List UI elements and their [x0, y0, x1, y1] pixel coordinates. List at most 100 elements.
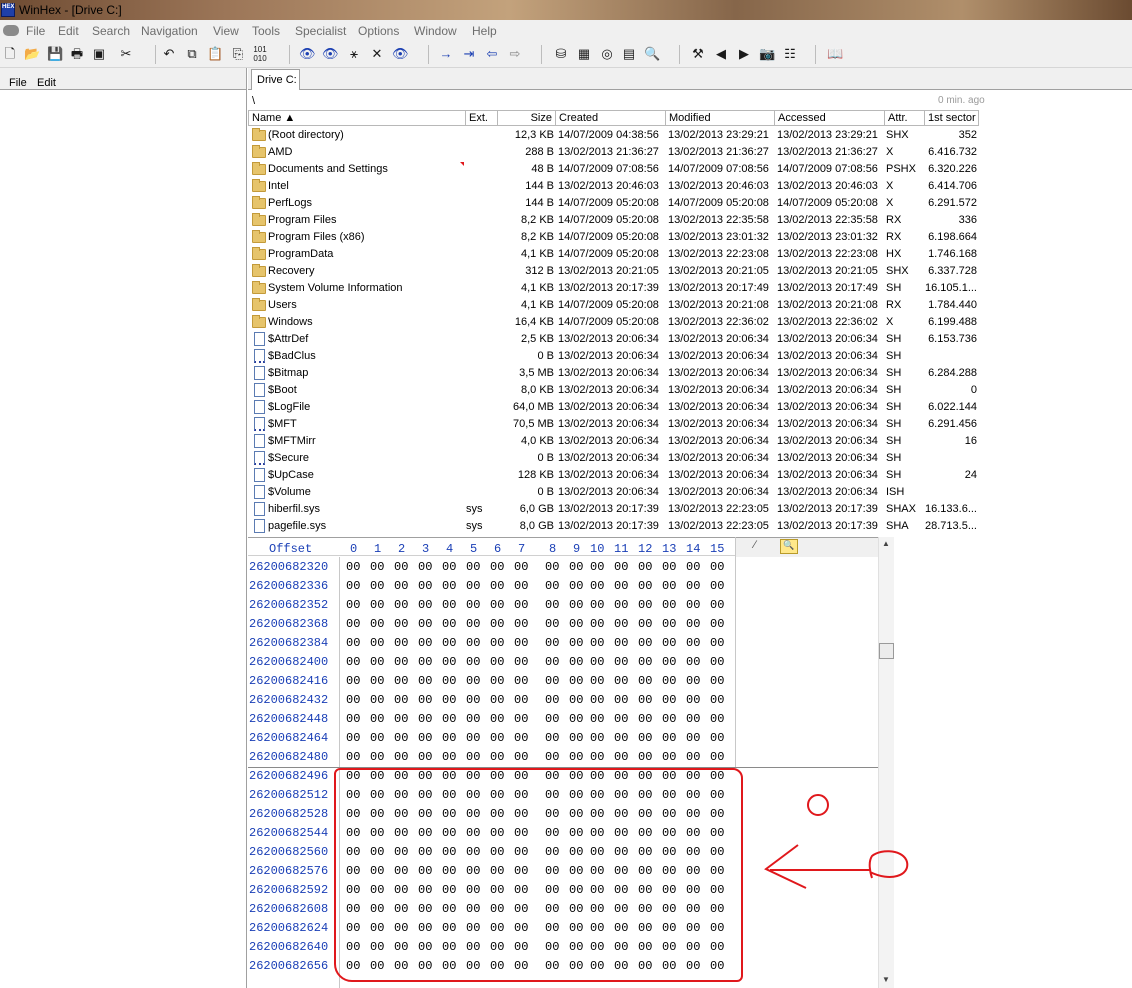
- new-file-icon[interactable]: 🗋: [2, 45, 18, 63]
- hex-byte[interactable]: 00: [346, 560, 360, 574]
- hex-byte[interactable]: 00: [490, 674, 504, 688]
- hex-row[interactable]: 26200682480 00 00 00 00 00 00 00 00 00 00 00 00 00 00 0…: [248, 747, 878, 766]
- hex-byte[interactable]: 00: [638, 731, 652, 745]
- hex-row[interactable]: 26200682352 00 00 00 00 00 00 00 00 00 00 00 00 00 00 0…: [248, 595, 878, 614]
- hex-byte[interactable]: 00: [662, 750, 676, 764]
- hex-byte[interactable]: 00: [370, 731, 384, 745]
- hex-byte[interactable]: 00: [662, 598, 676, 612]
- hex-byte[interactable]: 00: [545, 674, 559, 688]
- hex-byte[interactable]: 00: [545, 598, 559, 612]
- hex-byte[interactable]: 00: [442, 560, 456, 574]
- app-menu-icon[interactable]: [3, 25, 19, 36]
- hex-byte[interactable]: 00: [490, 598, 504, 612]
- file-row[interactable]: $Volume 0 B 13/02/2013 20:06:34 13/02/2013 …: [248, 484, 979, 501]
- menu-options[interactable]: Options: [358, 24, 399, 38]
- file-row[interactable]: $LogFile 64,0 MB 13/02/2013 20:06:34 13/02/…: [248, 399, 979, 416]
- scroll-up-icon[interactable]: ▲: [882, 539, 890, 548]
- hex-byte[interactable]: 00: [710, 560, 724, 574]
- hex-byte[interactable]: 00: [569, 598, 583, 612]
- hex-byte[interactable]: 00: [569, 731, 583, 745]
- hex-byte[interactable]: 00: [614, 693, 628, 707]
- hex-byte[interactable]: 00: [686, 693, 700, 707]
- file-row[interactable]: Program Files 8,2 KB 14/07/2009 05:20:08 13…: [248, 212, 979, 229]
- hex-row[interactable]: 26200682432 00 00 00 00 00 00 00 00 00 00 00 00 00 00 0…: [248, 690, 878, 709]
- hex-byte[interactable]: 00: [418, 693, 432, 707]
- hex-byte[interactable]: 00: [514, 750, 528, 764]
- menu-navigation[interactable]: Navigation: [141, 24, 198, 38]
- file-row[interactable]: $Boot 8,0 KB 13/02/2013 20:06:34 13/02/2013…: [248, 382, 979, 399]
- hex-byte[interactable]: 00: [686, 731, 700, 745]
- hex-byte[interactable]: 00: [394, 750, 408, 764]
- hex-byte[interactable]: 00: [442, 598, 456, 612]
- hex-byte[interactable]: 00: [590, 636, 604, 650]
- hex-byte[interactable]: 00: [545, 750, 559, 764]
- hex-byte[interactable]: 00: [418, 750, 432, 764]
- hex-byte[interactable]: 00: [590, 560, 604, 574]
- hex-byte[interactable]: 00: [545, 712, 559, 726]
- menu-search[interactable]: Search: [92, 24, 130, 38]
- hex-byte[interactable]: 00: [638, 636, 652, 650]
- left-menu-file[interactable]: File: [9, 77, 27, 89]
- hex-byte[interactable]: 00: [569, 560, 583, 574]
- hex-byte[interactable]: 00: [370, 579, 384, 593]
- hex-byte[interactable]: 00: [394, 712, 408, 726]
- hex-byte[interactable]: 00: [442, 712, 456, 726]
- hex-byte[interactable]: 00: [514, 674, 528, 688]
- calculator-icon[interactable]: ▤: [621, 45, 637, 63]
- forward-icon[interactable]: ⇨: [507, 45, 523, 63]
- hex-byte[interactable]: 00: [490, 750, 504, 764]
- file-row[interactable]: Program Files (x86) 8,2 KB 14/07/2009 05:2…: [248, 229, 979, 246]
- hex-byte[interactable]: 00: [614, 750, 628, 764]
- hex-byte[interactable]: 00: [638, 560, 652, 574]
- hex-byte[interactable]: 00: [418, 617, 432, 631]
- hex-byte[interactable]: 00: [638, 750, 652, 764]
- hex-byte[interactable]: 00: [710, 693, 724, 707]
- hex-byte[interactable]: 00: [545, 579, 559, 593]
- hex-byte[interactable]: 00: [394, 617, 408, 631]
- hex-byte[interactable]: 00: [346, 636, 360, 650]
- hex-byte[interactable]: 00: [686, 636, 700, 650]
- find-next-icon[interactable]: 👁: [392, 45, 409, 63]
- left-menu-edit[interactable]: Edit: [37, 77, 56, 89]
- hex-byte[interactable]: 00: [370, 617, 384, 631]
- hex-byte[interactable]: 00: [638, 579, 652, 593]
- hex-byte[interactable]: 00: [442, 750, 456, 764]
- hex-byte[interactable]: 00: [490, 693, 504, 707]
- hex-byte[interactable]: 00: [346, 674, 360, 688]
- back-icon[interactable]: ⇦: [484, 45, 500, 63]
- hex-row[interactable]: 26200682448 00 00 00 00 00 00 00 00 00 00 00 00 00 00 0…: [248, 709, 878, 728]
- hex-byte[interactable]: 00: [490, 579, 504, 593]
- hex-byte[interactable]: 00: [710, 712, 724, 726]
- hex-byte[interactable]: 00: [662, 712, 676, 726]
- hex-byte[interactable]: 00: [418, 674, 432, 688]
- hex-byte[interactable]: 00: [569, 750, 583, 764]
- hex-byte[interactable]: 00: [710, 655, 724, 669]
- hex-byte[interactable]: 00: [590, 598, 604, 612]
- hex-byte[interactable]: 00: [346, 655, 360, 669]
- hex-byte[interactable]: 00: [346, 731, 360, 745]
- hex-byte[interactable]: 00: [590, 693, 604, 707]
- hex-byte[interactable]: 00: [614, 598, 628, 612]
- hex-byte[interactable]: 00: [686, 674, 700, 688]
- hex-byte[interactable]: 00: [686, 598, 700, 612]
- hex-byte[interactable]: 00: [614, 731, 628, 745]
- hex-byte[interactable]: 00: [590, 750, 604, 764]
- file-row[interactable]: $Bitmap 3,5 MB 13/02/2013 20:06:34 13/02/20…: [248, 365, 979, 382]
- hex-byte[interactable]: 00: [466, 579, 480, 593]
- hex-byte[interactable]: 00: [418, 655, 432, 669]
- hex-byte[interactable]: 00: [514, 579, 528, 593]
- hex-byte[interactable]: 00: [346, 712, 360, 726]
- copy-hex-icon[interactable]: 101 010: [252, 45, 268, 63]
- menu-tools[interactable]: Tools: [252, 24, 280, 38]
- hex-byte[interactable]: 00: [514, 693, 528, 707]
- hex-byte[interactable]: 00: [490, 617, 504, 631]
- file-row[interactable]: $MFTMirr 4,0 KB 13/02/2013 20:06:34 13/02/2…: [248, 433, 979, 450]
- disk-icon[interactable]: ⛁: [553, 45, 569, 63]
- hex-row[interactable]: 26200682464 00 00 00 00 00 00 00 00 00 00 00 00 00 00 0…: [248, 728, 878, 747]
- hex-byte[interactable]: 00: [514, 598, 528, 612]
- hex-byte[interactable]: 00: [590, 712, 604, 726]
- hex-byte[interactable]: 00: [662, 636, 676, 650]
- hex-byte[interactable]: 00: [514, 617, 528, 631]
- goto-offset-icon[interactable]: →: [438, 45, 454, 63]
- hex-byte[interactable]: 00: [710, 750, 724, 764]
